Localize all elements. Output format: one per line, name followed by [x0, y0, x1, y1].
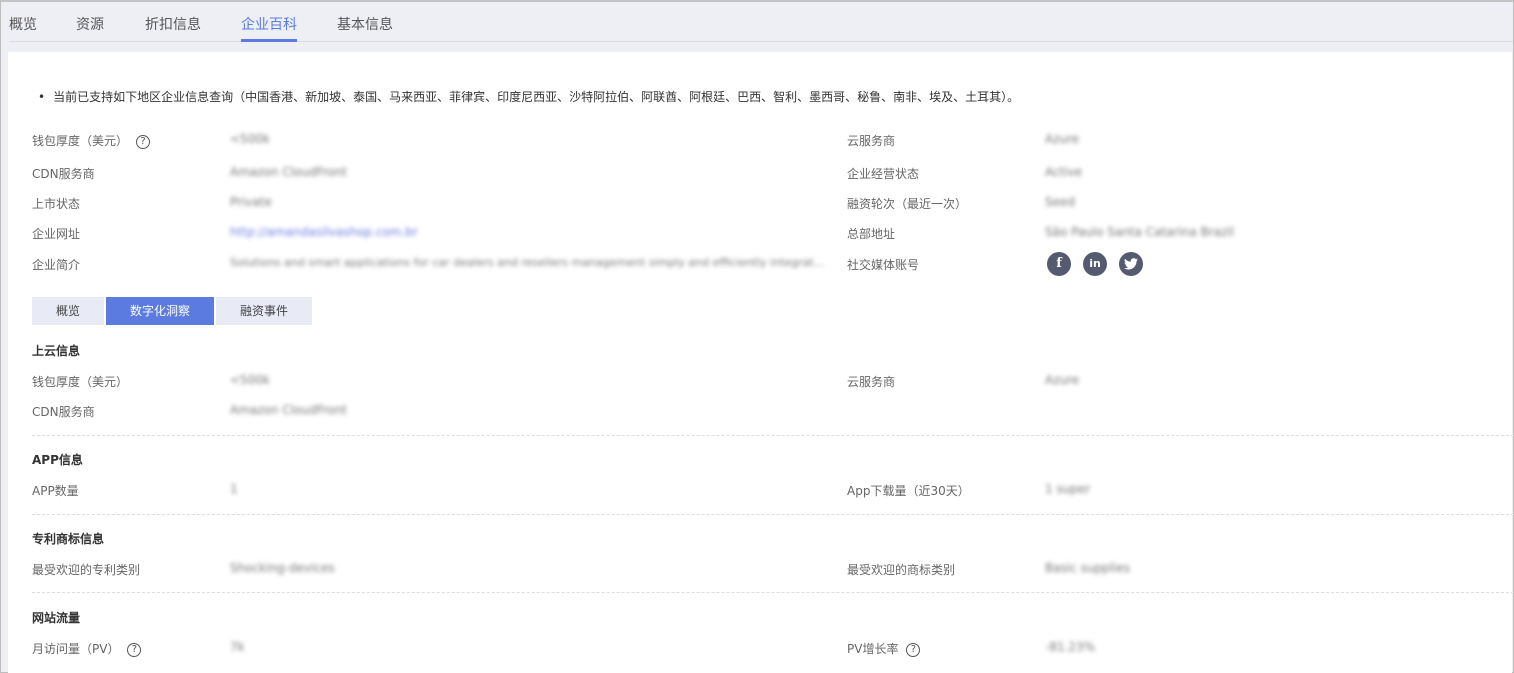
help-icon[interactable]: ? [127, 642, 142, 657]
value-cdn: Amazon CloudFront [230, 165, 347, 179]
label-status: 企业经营状态 [847, 167, 920, 181]
help-icon[interactable]: ? [906, 642, 921, 657]
section-title-app: APP信息 [32, 453, 83, 467]
tab-basic-info[interactable]: 基本信息 [337, 14, 393, 34]
twitter-icon[interactable] [1119, 252, 1143, 276]
section-title-patent: 专利商标信息 [32, 532, 105, 546]
value-website-link[interactable]: http://amandasilvashop.com.br [230, 225, 418, 239]
value-patent: Shocking-devices [230, 561, 335, 575]
value-wallet: <500k [230, 132, 270, 146]
tab-company-wiki[interactable]: 企业百科 [241, 14, 297, 42]
value-app-downloads: 1 super [1045, 482, 1091, 496]
label-cdn-2: CDN服务商 [32, 405, 95, 419]
tab-resources[interactable]: 资源 [76, 14, 104, 34]
subtab-overview[interactable]: 概览 [32, 297, 104, 325]
tab-discounts[interactable]: 折扣信息 [145, 14, 201, 34]
label-cdn: CDN服务商 [32, 167, 95, 181]
label-funding: 融资轮次（最近一次） [847, 197, 968, 211]
value-wallet-2: <500k [230, 373, 270, 387]
facebook-icon[interactable]: f [1047, 252, 1071, 276]
label-wallet-2: 钱包厚度（美元） [32, 375, 129, 389]
section-title-traffic: 网站流量 [32, 611, 81, 625]
label-app-downloads: App下载量（近30天） [847, 484, 970, 498]
value-status: Active [1045, 165, 1083, 179]
label-hq: 总部地址 [847, 227, 896, 241]
label-intro: 企业简介 [32, 258, 81, 272]
value-trademark: Basic supplies [1045, 561, 1130, 575]
label-app-count: APP数量 [32, 484, 79, 498]
value-cloud: Azure [1045, 132, 1080, 146]
section-title-cloud: 上云信息 [32, 344, 81, 358]
value-app-count: 1 [230, 482, 238, 496]
label-website: 企业网址 [32, 227, 81, 241]
region-notice: 当前已支持如下地区企业信息查询（中国香港、新加坡、泰国、马来西亚、菲律宾、印度尼… [38, 88, 1019, 105]
label-trademark: 最受欢迎的商标类别 [847, 563, 956, 577]
help-icon[interactable]: ? [136, 134, 151, 149]
value-intro: Solutions and smart applications for car… [230, 256, 825, 269]
subtab-funding-events[interactable]: 融资事件 [216, 297, 312, 325]
tab-overview[interactable]: 概览 [9, 14, 37, 34]
divider [32, 514, 1514, 515]
value-cloud-2: Azure [1045, 373, 1080, 387]
value-listing: Private [230, 195, 272, 209]
label-patent: 最受欢迎的专利类别 [32, 563, 141, 577]
value-pv: 7k [230, 640, 245, 654]
subtab-digital-insight[interactable]: 数字化洞察 [106, 297, 214, 325]
label-wallet: 钱包厚度（美元）? [32, 132, 151, 149]
linkedin-icon[interactable]: in [1083, 252, 1107, 276]
label-social: 社交媒体账号 [847, 258, 920, 272]
value-hq: São Paulo Santa Catarina Brazil [1045, 225, 1235, 239]
label-listing: 上市状态 [32, 197, 81, 211]
label-pv-growth: PV增长率? [847, 640, 921, 657]
value-cdn-2: Amazon CloudFront [230, 403, 347, 417]
label-cloud-2: 云服务商 [847, 375, 896, 389]
top-nav: 概览 资源 折扣信息 企业百科 基本信息 [9, 2, 1513, 42]
label-cloud: 云服务商 [847, 134, 896, 148]
label-pv: 月访问量（PV）? [32, 640, 142, 657]
value-funding: Seed [1045, 195, 1075, 209]
divider [32, 435, 1514, 436]
divider [32, 592, 1514, 593]
value-pv-growth: -81.23% [1045, 640, 1096, 654]
